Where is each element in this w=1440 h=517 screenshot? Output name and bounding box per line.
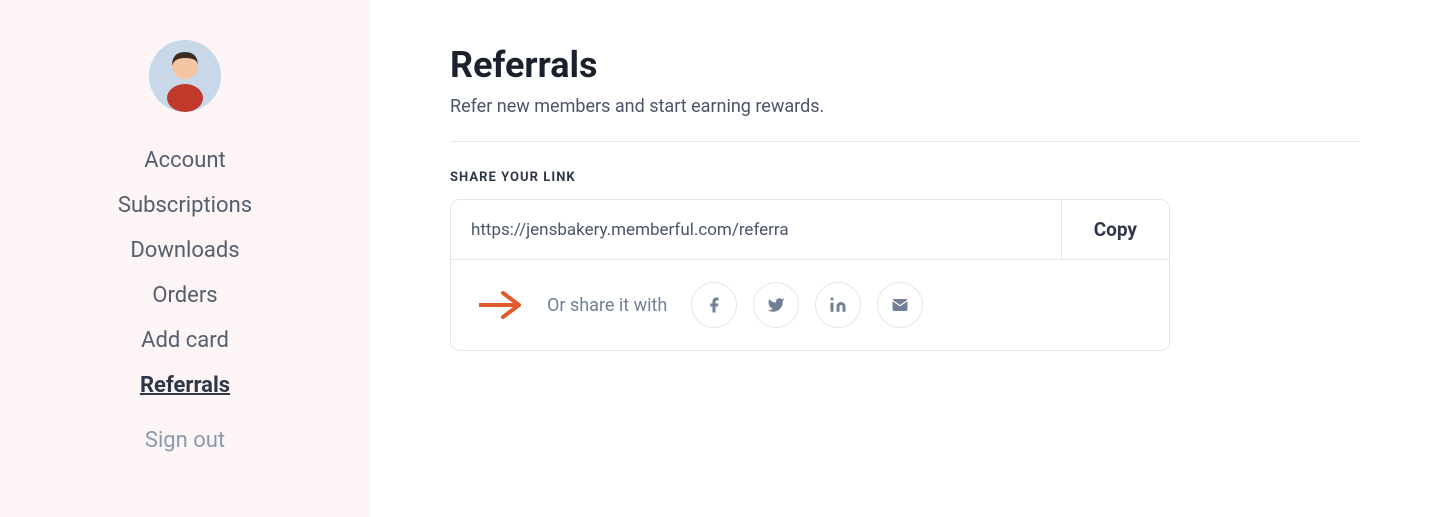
sidebar-item-referrals[interactable]: Referrals bbox=[20, 365, 350, 406]
page-title: Referrals bbox=[450, 44, 1360, 86]
sidebar-item-subscriptions[interactable]: Subscriptions bbox=[20, 185, 350, 226]
main-content: Referrals Refer new members and start ea… bbox=[370, 0, 1440, 517]
copy-button[interactable]: Copy bbox=[1061, 200, 1169, 259]
share-card: Copy Or share it with bbox=[450, 199, 1170, 351]
sidebar: Account Subscriptions Downloads Orders A… bbox=[0, 0, 370, 517]
page-subtitle: Refer new members and start earning rewa… bbox=[450, 96, 1360, 117]
facebook-share-button[interactable] bbox=[691, 282, 737, 328]
twitter-share-button[interactable] bbox=[753, 282, 799, 328]
email-share-button[interactable] bbox=[877, 282, 923, 328]
sidebar-item-signout[interactable]: Sign out bbox=[20, 420, 350, 461]
sidebar-item-downloads[interactable]: Downloads bbox=[20, 230, 350, 271]
link-row: Copy bbox=[451, 200, 1169, 260]
linkedin-share-button[interactable] bbox=[815, 282, 861, 328]
section-label: SHARE YOUR LINK bbox=[450, 170, 1360, 185]
referral-url-input[interactable] bbox=[451, 200, 1061, 259]
share-text: Or share it with bbox=[547, 295, 667, 316]
sidebar-nav: Account Subscriptions Downloads Orders A… bbox=[20, 140, 350, 461]
avatar bbox=[149, 40, 221, 112]
share-row: Or share it with bbox=[451, 260, 1169, 350]
arrow-right-icon bbox=[479, 289, 527, 321]
sidebar-item-add-card[interactable]: Add card bbox=[20, 320, 350, 361]
sidebar-item-orders[interactable]: Orders bbox=[20, 275, 350, 316]
sidebar-item-account[interactable]: Account bbox=[20, 140, 350, 181]
divider bbox=[450, 141, 1360, 142]
